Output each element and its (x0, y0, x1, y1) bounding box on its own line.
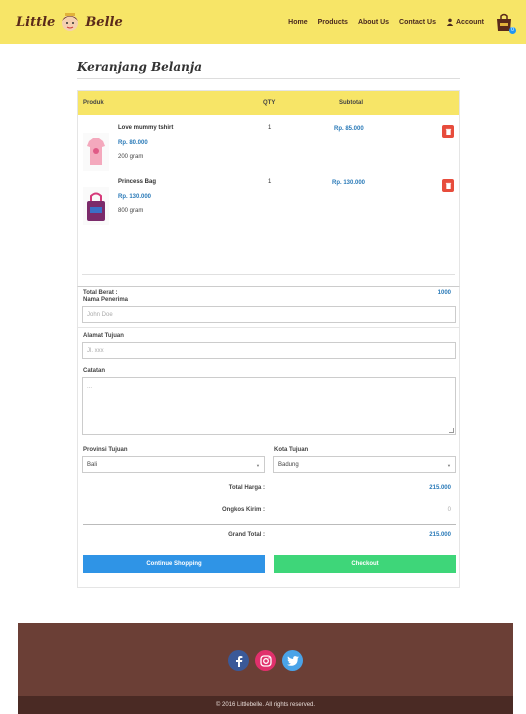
grand-total-divider (83, 524, 456, 525)
product-thumbnail-bag[interactable] (83, 187, 109, 225)
checkout-button[interactable]: Checkout (274, 555, 456, 573)
brand-logo[interactable]: Little Belle (16, 10, 123, 34)
nav-contact[interactable]: Contact Us (399, 18, 436, 26)
grand-total-value: 215.000 (429, 532, 451, 538)
header-product: Produk (83, 100, 104, 106)
chevron-down-icon: ▼ (447, 463, 451, 468)
city-label: Kota Tujuan (274, 447, 309, 453)
recipient-label: Nama Penerima (83, 297, 129, 303)
address-input[interactable]: Jl. xxx (82, 342, 456, 359)
notes-placeholder: ... (87, 384, 93, 390)
province-select[interactable]: Bali ▼ (82, 456, 265, 473)
product-name[interactable]: Princess Bag (118, 179, 156, 185)
province-label: Provinsi Tujuan (83, 447, 128, 453)
notes-label: Catatan (83, 368, 106, 374)
shipping-cost-value: 0 (447, 507, 451, 513)
mascot-icon (62, 13, 79, 31)
recipient-input[interactable]: John Doe (82, 306, 456, 323)
chevron-down-icon: ▼ (256, 463, 260, 468)
table-row: Princess Bag Rp. 130.000 800 gram 1 Rp. … (78, 179, 459, 233)
product-weight: 800 gram (118, 208, 144, 214)
navbar: Little Belle Home Products About Us Cont… (0, 0, 526, 44)
shipping-cost-label: Ongkos Kirim : (221, 507, 265, 513)
product-weight: 200 gram (118, 154, 144, 160)
product-subtotal: Rp. 85.000 (334, 126, 364, 132)
total-price-label: Total Harga : (228, 485, 265, 491)
nav-about[interactable]: About Us (358, 18, 389, 26)
product-price: Rp. 130.000 (118, 194, 152, 200)
cart-card: Keranjang Belanja Produk QTY Subtotal Lo… (77, 50, 460, 590)
delete-button[interactable] (442, 125, 454, 138)
grand-total-label: Grand Total : (228, 532, 265, 538)
notes-textarea[interactable]: ... (82, 377, 456, 435)
page-title: Keranjang Belanja (77, 60, 202, 74)
product-subtotal: Rp. 130.000 (332, 180, 366, 186)
table-row: Love mummy tshirt Rp. 80.000 200 gram 1 … (78, 125, 459, 179)
cart-count-badge: 0 (509, 27, 516, 34)
nav-home[interactable]: Home (288, 18, 307, 26)
header-subtotal: Subtotal (339, 100, 363, 106)
province-value: Bali (87, 462, 98, 468)
nav-menu: Home Products About Us Contact Us Accoun… (288, 18, 484, 26)
city-value: Badung (278, 462, 299, 468)
trash-icon (445, 128, 451, 135)
city-select[interactable]: Badung ▼ (273, 456, 456, 473)
continue-shopping-button[interactable]: Continue Shopping (83, 555, 265, 573)
copyright-text: © 2016 Littlebelle. All rights reserved. (18, 696, 513, 714)
nav-account[interactable]: Account (446, 18, 484, 26)
title-divider (77, 78, 460, 79)
social-links (18, 650, 513, 671)
nav-products[interactable]: Products (318, 18, 348, 26)
trash-icon (445, 182, 451, 189)
delete-button[interactable] (442, 179, 454, 192)
brand-name-left: Little (16, 14, 56, 30)
resize-handle-icon[interactable] (449, 428, 454, 433)
product-qty: 1 (268, 125, 272, 131)
shipping-form: Nama Penerima John Doe Alamat Tujuan Jl.… (77, 286, 460, 588)
nav-account-label: Account (456, 18, 484, 26)
product-qty: 1 (268, 179, 272, 185)
total-divider (82, 274, 455, 275)
footer: © 2016 Littlebelle. All rights reserved. (18, 623, 513, 714)
product-name[interactable]: Love mummy tshirt (118, 125, 173, 131)
instagram-icon[interactable] (255, 650, 276, 671)
facebook-icon[interactable] (228, 650, 249, 671)
table-header: Produk QTY Subtotal (78, 91, 459, 115)
product-thumbnail-tshirt[interactable] (83, 133, 109, 171)
twitter-icon[interactable] (282, 650, 303, 671)
user-icon (446, 18, 454, 26)
total-price-value: 215.000 (429, 485, 451, 491)
product-price: Rp. 80.000 (118, 140, 148, 146)
address-label: Alamat Tujuan (83, 333, 124, 339)
brand-name-right: Belle (85, 14, 123, 30)
header-qty: QTY (263, 100, 276, 106)
